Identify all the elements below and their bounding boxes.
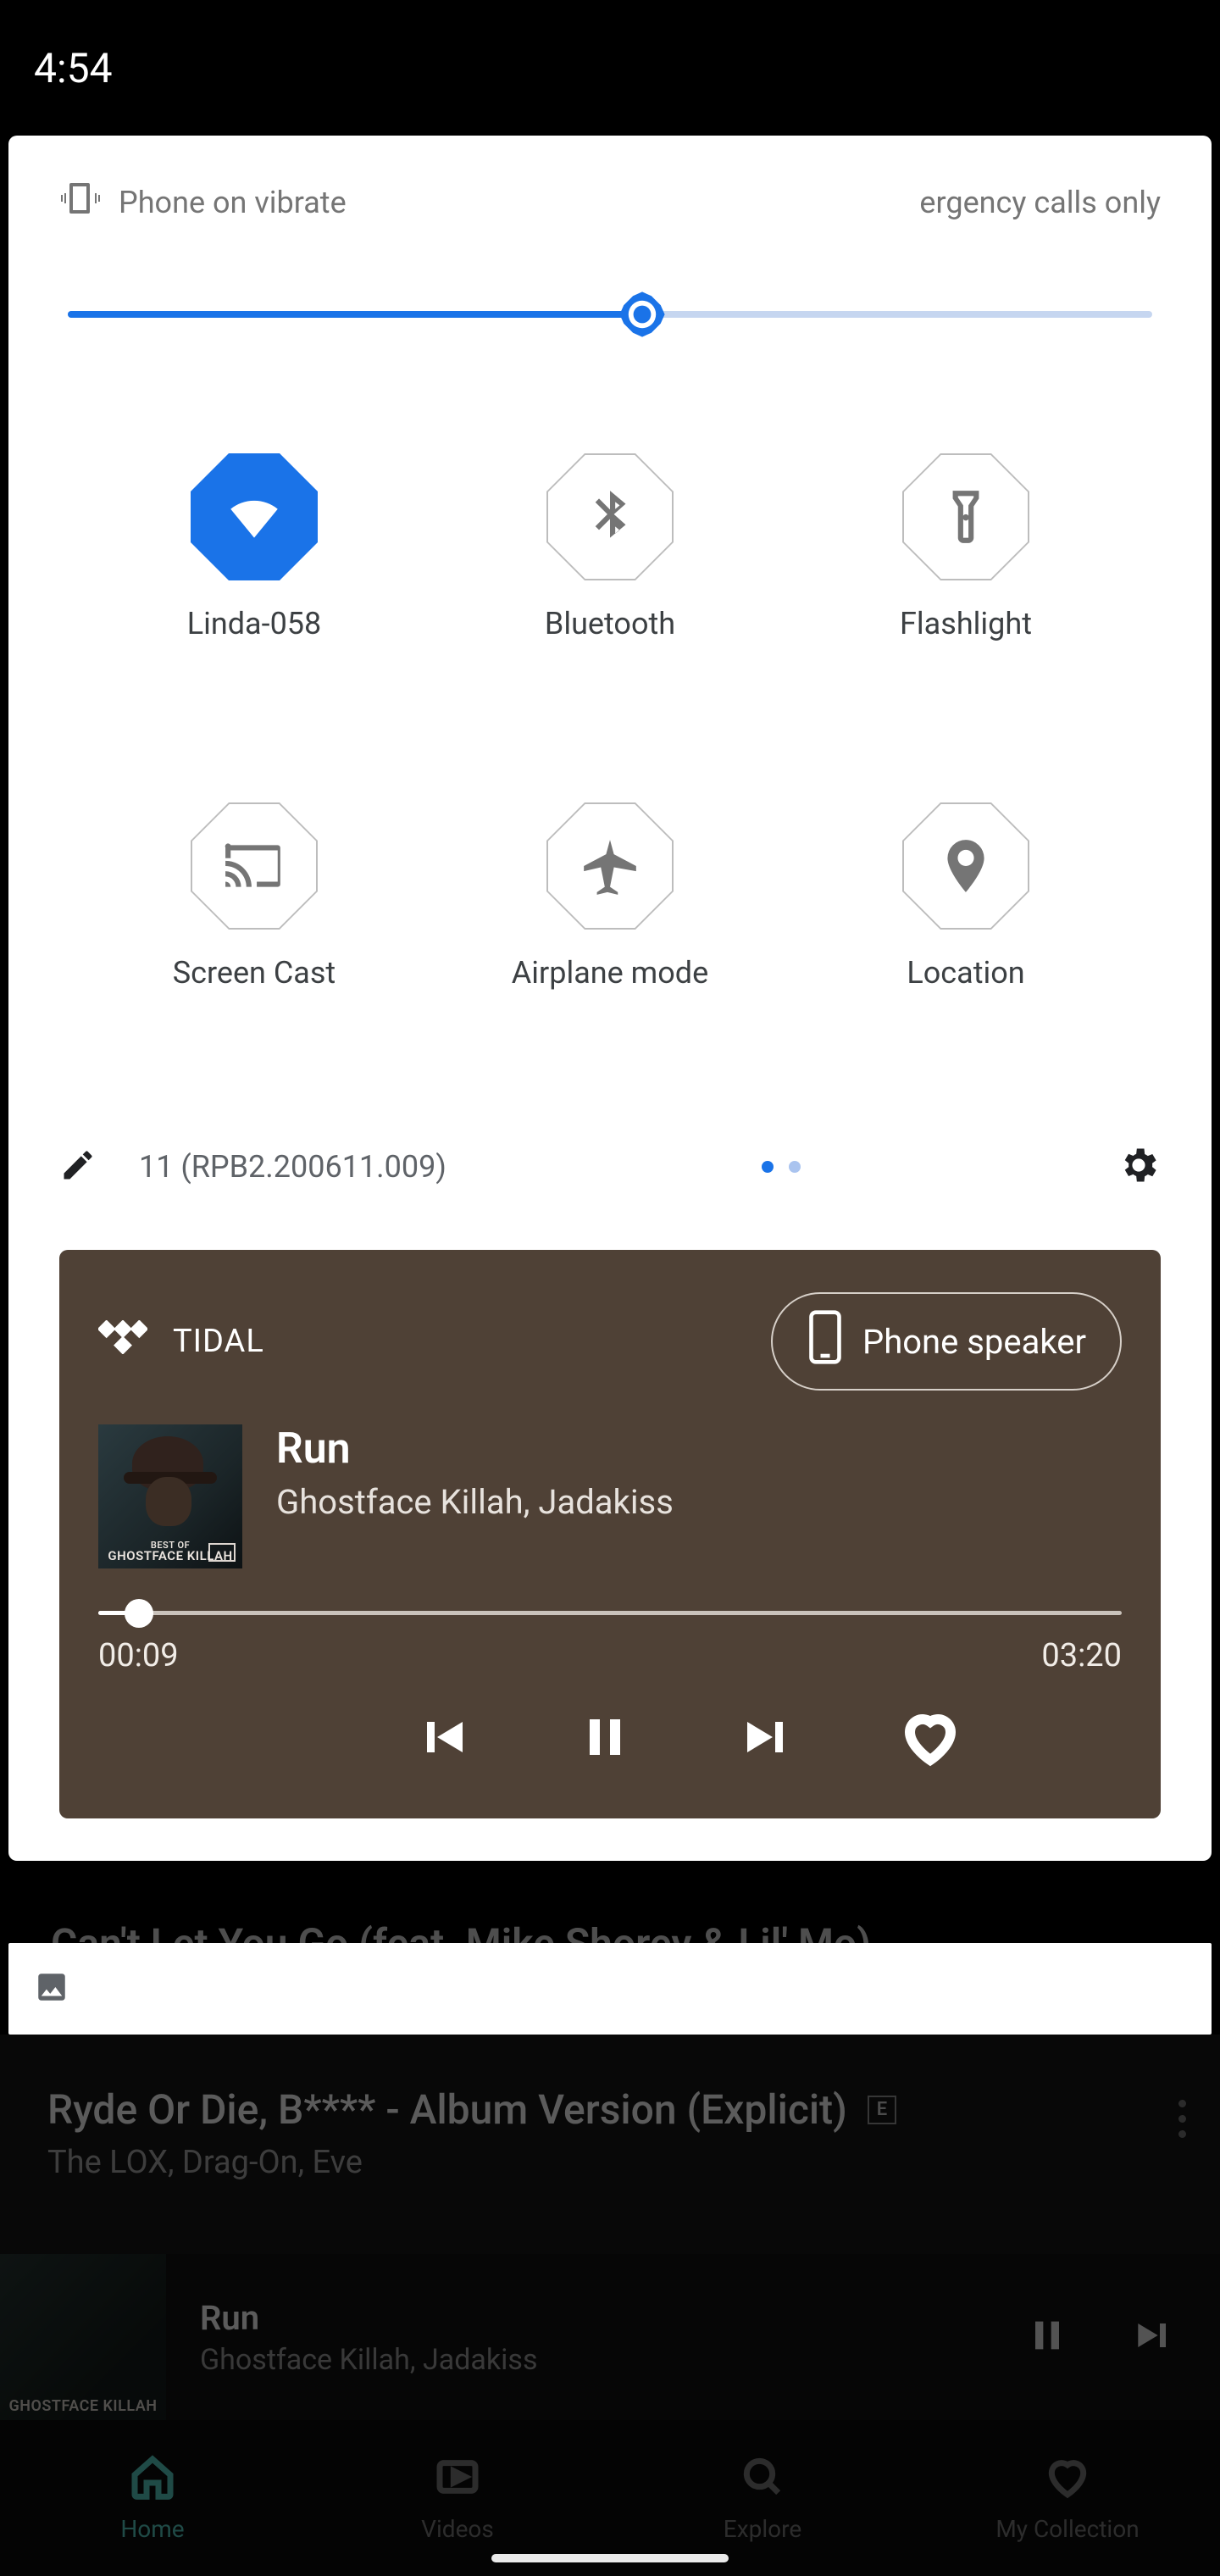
- ringer-status: Phone on vibrate: [59, 178, 347, 226]
- album-art[interactable]: BEST OFGHOSTFACE KILLAH: [98, 1424, 242, 1568]
- track-artist: Ghostface Killah, Jadakiss: [276, 1482, 674, 1522]
- cast-icon: [223, 835, 286, 897]
- bluetooth-icon: [579, 486, 641, 548]
- airplane-icon: [579, 835, 641, 897]
- edit-tiles-button[interactable]: [59, 1146, 97, 1187]
- notification-icons-row[interactable]: [8, 1943, 1212, 2035]
- vibrate-icon: [59, 178, 100, 226]
- gesture-handle[interactable]: [491, 2554, 729, 2562]
- phone-icon: [807, 1309, 844, 1374]
- tidal-logo-icon: [98, 1320, 147, 1363]
- duration-time: 03:20: [1041, 1637, 1122, 1674]
- screenshot-icon: [34, 1969, 69, 2008]
- media-notification: TIDAL Phone speaker BEST OFGHOSTFACE KIL…: [59, 1250, 1161, 1818]
- pager-dot: [789, 1161, 801, 1173]
- background-app: Ryde Or Die, B**** - Album Version (Expl…: [0, 2035, 1220, 2576]
- status-bar: 4:54: [0, 0, 1220, 136]
- location-icon: [934, 835, 997, 897]
- brightness-slider[interactable]: [68, 311, 1152, 318]
- pause-button[interactable]: [574, 1707, 635, 1768]
- elapsed-time: 00:09: [98, 1637, 179, 1674]
- qs-tile-cast[interactable]: Screen Cast: [93, 802, 415, 991]
- network-status: ergency calls only: [919, 185, 1161, 220]
- qs-tile-bluetooth[interactable]: Bluetooth: [449, 453, 771, 641]
- brightness-thumb[interactable]: [618, 290, 667, 339]
- pager-dots[interactable]: [762, 1161, 801, 1173]
- brightness-fill: [68, 311, 642, 318]
- qs-tile-flashlight[interactable]: Flashlight: [805, 453, 1127, 641]
- flashlight-icon: [934, 486, 997, 548]
- clock-time: 4:54: [34, 44, 113, 92]
- wifi-icon: [223, 486, 286, 548]
- output-button[interactable]: Phone speaker: [771, 1292, 1122, 1391]
- track-title: Run: [276, 1424, 674, 1474]
- pager-dot: [762, 1161, 774, 1173]
- quick-settings-panel: Phone on vibrate ergency calls only Lind…: [8, 136, 1212, 1861]
- app-brand: TIDAL: [98, 1320, 264, 1363]
- qs-tile-airplane[interactable]: Airplane mode: [449, 802, 771, 991]
- favorite-button[interactable]: [900, 1707, 961, 1768]
- qs-tile-wifi[interactable]: Linda-058: [93, 453, 415, 641]
- next-button[interactable]: [737, 1707, 798, 1768]
- qs-tile-location[interactable]: Location: [805, 802, 1127, 991]
- build-label: 11 (RPB2.200611.009): [139, 1149, 446, 1185]
- settings-button[interactable]: [1117, 1143, 1161, 1191]
- prev-button[interactable]: [412, 1707, 473, 1768]
- seek-bar[interactable]: 00:09 03:20: [98, 1611, 1122, 1674]
